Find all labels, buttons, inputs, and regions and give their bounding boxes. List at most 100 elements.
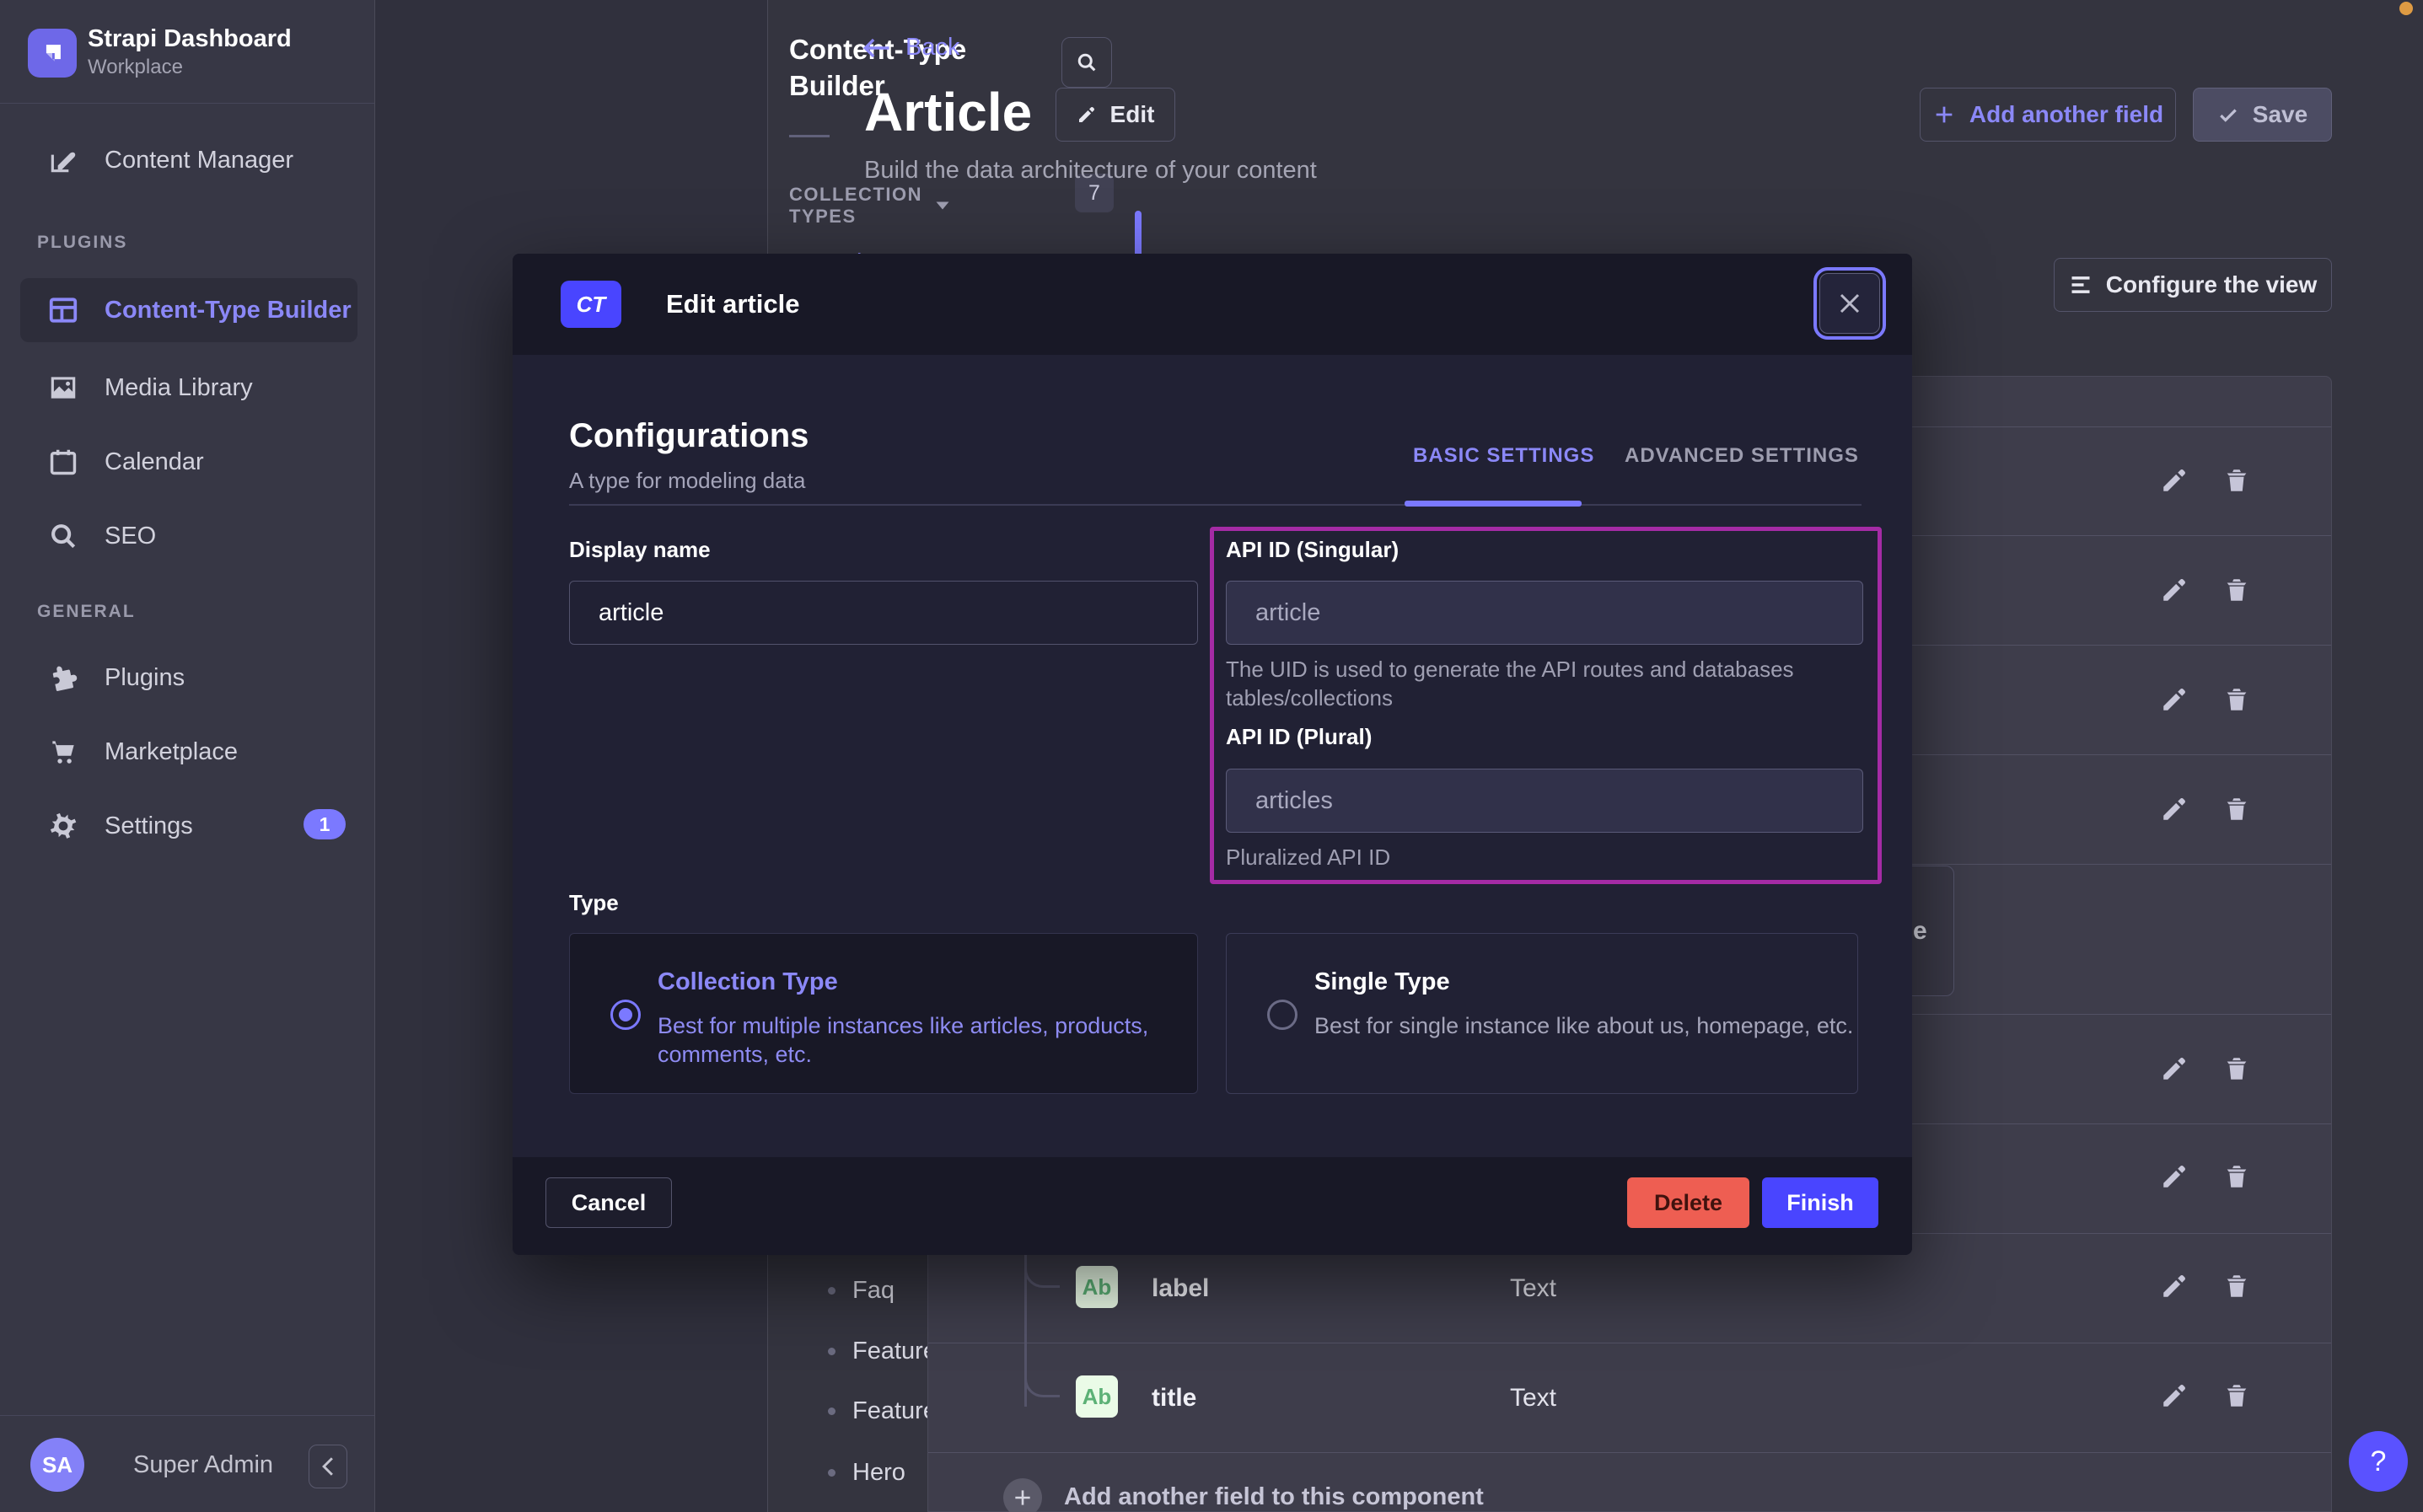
- user-name: Super Admin: [133, 1451, 273, 1479]
- tree-branch: [1024, 1340, 1060, 1397]
- image-icon: [47, 372, 79, 404]
- component-item[interactable]: Faq: [828, 1273, 895, 1307]
- sidebar-footer-divider: [0, 1415, 374, 1416]
- help-label: ?: [2371, 1445, 2387, 1478]
- api-id-singular-input[interactable]: [1226, 581, 1863, 645]
- field-name: title: [1152, 1384, 1196, 1413]
- sidebar-section-plugins: PLUGINS: [37, 233, 127, 253]
- component-item[interactable]: Hero: [828, 1456, 905, 1489]
- sidebar-item-label: SEO: [105, 523, 156, 550]
- row-actions: [2160, 685, 2261, 716]
- sidebar-item-label: Plugins: [105, 664, 185, 692]
- single-type-card[interactable]: Single Type Best for single instance lik…: [1226, 933, 1858, 1094]
- tab-basic-settings[interactable]: BASIC SETTINGS: [1413, 444, 1594, 468]
- sidebar-item-label: Calendar: [105, 448, 204, 476]
- active-tab-indicator: [1405, 501, 1582, 507]
- sidebar-item-label: Marketplace: [105, 738, 238, 766]
- edit-article-modal: CT Edit article Configurations A type fo…: [513, 254, 1912, 1255]
- pencil-icon[interactable]: [2160, 466, 2189, 495]
- collection-types-header[interactable]: COLLECTION TYPES: [789, 184, 951, 228]
- api-id-plural-input[interactable]: [1226, 769, 1863, 833]
- modal-heading: Configurations: [569, 417, 809, 455]
- save-button[interactable]: Save: [2193, 88, 2332, 142]
- finish-button[interactable]: Finish: [1762, 1177, 1878, 1228]
- strapi-logo[interactable]: [28, 29, 77, 78]
- sidebar-item-content-type-builder[interactable]: Content-Type Builder: [20, 278, 357, 342]
- trash-icon[interactable]: [2222, 1381, 2251, 1410]
- sidebar-item-calendar[interactable]: Calendar: [0, 435, 375, 489]
- sidebar-item-label: Content Manager: [105, 147, 293, 174]
- row-actions: [2160, 466, 2261, 496]
- sidebar-divider: [0, 103, 374, 104]
- sidebar-item-content-manager[interactable]: Content Manager: [0, 133, 375, 187]
- subnav-search-button[interactable]: [1061, 37, 1112, 88]
- configure-view-button[interactable]: Configure the view: [2054, 258, 2332, 312]
- pencil-icon[interactable]: [2160, 1162, 2189, 1191]
- api-id-helper-line2: tables/collections: [1226, 685, 1393, 711]
- field-name: label: [1152, 1274, 1209, 1303]
- delete-button[interactable]: Delete: [1627, 1177, 1749, 1228]
- display-name-input[interactable]: [569, 581, 1198, 645]
- collection-type-radio[interactable]: [610, 1000, 641, 1030]
- trash-icon[interactable]: [2222, 1054, 2251, 1083]
- trash-icon[interactable]: [2222, 685, 2251, 714]
- type-section-label: Type: [569, 890, 619, 916]
- page-title: Article: [864, 81, 1032, 143]
- trash-icon[interactable]: [2222, 576, 2251, 604]
- sidebar-collapse-button[interactable]: [309, 1445, 347, 1488]
- back-label: Back: [905, 34, 959, 62]
- chevron-left-icon: [319, 1456, 337, 1477]
- collection-type-card[interactable]: Collection Type Best for multiple instan…: [569, 933, 1198, 1094]
- single-type-radio[interactable]: [1267, 1000, 1297, 1030]
- trash-icon[interactable]: [2222, 1272, 2251, 1300]
- sidebar-item-plugins[interactable]: Plugins: [0, 651, 375, 705]
- user-avatar[interactable]: SA: [30, 1438, 84, 1492]
- help-button[interactable]: ?: [2349, 1431, 2408, 1492]
- trash-icon[interactable]: [2222, 1162, 2251, 1191]
- gear-icon: [47, 810, 79, 842]
- edit-button[interactable]: Edit: [1056, 88, 1175, 142]
- sidebar-item-media-library[interactable]: Media Library: [0, 361, 375, 415]
- strapi-app: Strapi Dashboard Workplace Content Manag…: [0, 0, 2423, 1512]
- pencil-icon[interactable]: [2160, 685, 2189, 714]
- pencil-icon[interactable]: [2160, 1054, 2189, 1083]
- pencil-icon[interactable]: [2160, 1272, 2189, 1300]
- workspace-label: Workplace: [88, 56, 183, 79]
- subnav-title-rule: [789, 135, 830, 137]
- row-divider: [928, 1452, 2331, 1453]
- pencil-icon[interactable]: [2160, 795, 2189, 823]
- row-actions: [2160, 576, 2261, 606]
- search-icon: [1075, 51, 1099, 74]
- trash-icon[interactable]: [2222, 795, 2251, 823]
- field-type-badge: Ab: [1076, 1375, 1118, 1418]
- configure-lines-icon: [2069, 275, 2093, 295]
- close-button[interactable]: [1819, 273, 1880, 334]
- add-field-row-button[interactable]: [1003, 1478, 1042, 1512]
- add-field-row-label[interactable]: Add another field to this component: [1064, 1483, 1484, 1511]
- tab-advanced-settings[interactable]: ADVANCED SETTINGS: [1625, 444, 1859, 468]
- fragment-text: e: [1913, 917, 1927, 946]
- trash-icon[interactable]: [2222, 466, 2251, 495]
- single-type-title: Single Type: [1314, 968, 1450, 996]
- api-id-plural-helper: Pluralized API ID: [1226, 844, 1390, 871]
- sidebar-item-marketplace[interactable]: Marketplace: [0, 725, 375, 779]
- search-icon: [47, 520, 79, 552]
- sidebar-item-label: Settings: [105, 812, 193, 840]
- pencil-icon: [1077, 105, 1097, 125]
- api-id-plural-label: API ID (Plural): [1226, 724, 1372, 750]
- cancel-button[interactable]: Cancel: [545, 1177, 672, 1228]
- add-another-field-button[interactable]: Add another field: [1920, 88, 2176, 142]
- sidebar-item-label: Media Library: [105, 374, 253, 402]
- row-actions: [2160, 1272, 2261, 1302]
- pencil-icon[interactable]: [2160, 576, 2189, 604]
- row-actions: [2160, 1162, 2261, 1193]
- collection-type-title: Collection Type: [658, 968, 838, 996]
- sidebar-item-seo[interactable]: SEO: [0, 509, 375, 563]
- pencil-icon[interactable]: [2160, 1381, 2189, 1410]
- arrow-left-icon: [862, 35, 890, 61]
- puzzle-icon: [47, 662, 79, 694]
- back-link[interactable]: Back: [862, 34, 959, 62]
- settings-notification-badge: 1: [304, 809, 346, 839]
- page-subtitle: Build the data architecture of your cont…: [864, 157, 1317, 185]
- add-field-label: Add another field: [1969, 101, 2163, 128]
